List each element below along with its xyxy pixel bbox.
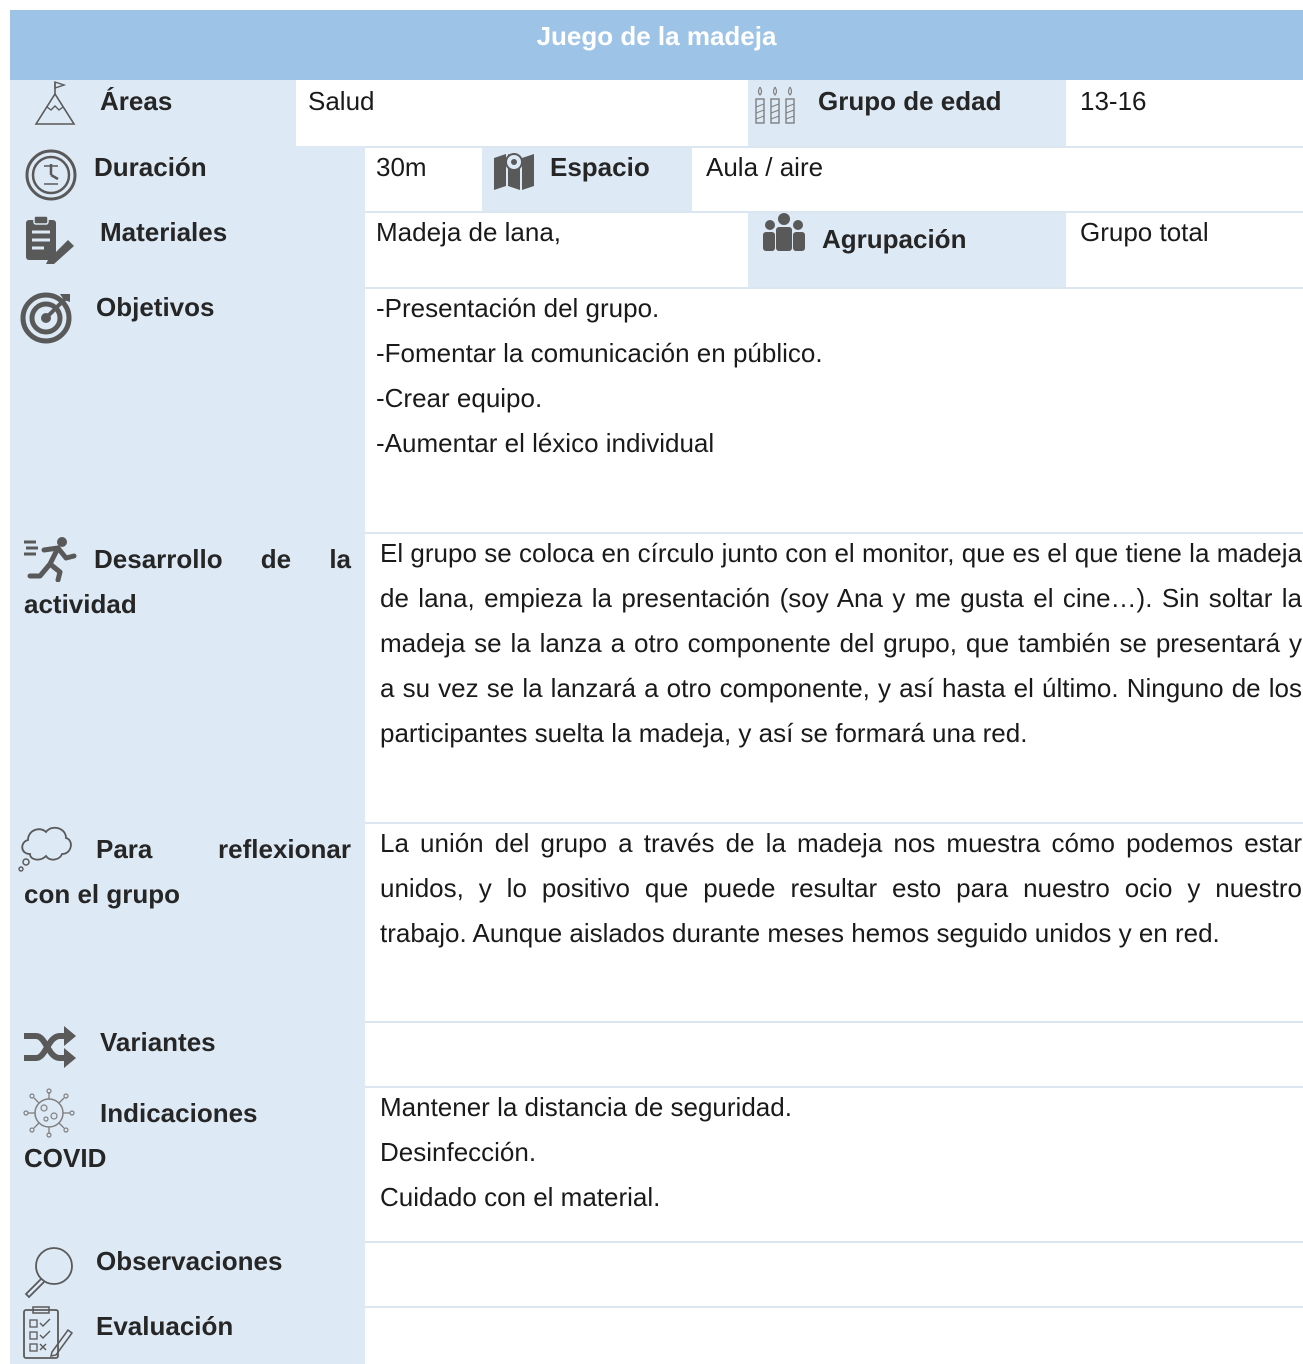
desarrollo-label: Desarrollo de la actividad — [24, 537, 351, 627]
desarrollo-label-line2: actividad — [24, 589, 137, 619]
grupo-edad-value: 13-16 — [1080, 86, 1147, 116]
observaciones-label: Observaciones — [96, 1246, 283, 1276]
mountain-flag-icon — [34, 80, 76, 126]
reflexionar-label: Para reflexionar con el grupo — [24, 827, 351, 917]
areas-value: Salud — [308, 86, 375, 116]
clipboard-pencil-icon — [24, 214, 76, 264]
birthday-candles-icon — [752, 83, 798, 125]
objetivo-item: -Aumentar el léxico individual — [376, 428, 715, 458]
variantes-label: Variantes — [100, 1027, 216, 1057]
espacio-label: Espacio — [550, 152, 650, 182]
people-group-icon — [760, 211, 808, 253]
duracion-value: 30m — [376, 152, 427, 182]
row-divider — [365, 146, 1303, 148]
row-divider — [365, 1021, 1303, 1023]
reflexionar-label-line1: Para reflexionar — [96, 834, 351, 864]
covid-list: Mantener la distancia de seguridad. Desi… — [380, 1085, 792, 1220]
covid-label-line2: COVID — [24, 1143, 107, 1173]
duracion-label: Duración — [94, 152, 207, 182]
areas-label: Áreas — [100, 86, 173, 116]
covid-item: Mantener la distancia de seguridad. — [380, 1092, 792, 1122]
desarrollo-text: El grupo se coloca en círculo junto con … — [380, 538, 1302, 748]
covid-label: Indicaciones COVID — [24, 1091, 258, 1181]
espacio-value: Aula / aire — [706, 152, 824, 182]
covid-item: Cuidado con el material. — [380, 1182, 661, 1212]
materiales-value: Madeja de lana, — [376, 217, 562, 247]
shuffle-icon — [22, 1024, 76, 1070]
map-pin-icon — [492, 150, 536, 190]
agrupacion-value: Grupo total — [1080, 217, 1209, 247]
agrupacion-label: Agrupación — [822, 224, 967, 254]
magnifier-icon — [22, 1244, 76, 1300]
materiales-label: Materiales — [100, 217, 228, 247]
objetivo-item: -Fomentar la comunicación en público. — [376, 338, 823, 368]
reflexionar-label-line2: con el grupo — [24, 879, 180, 909]
row-divider — [365, 211, 1303, 213]
row-divider — [365, 1306, 1303, 1308]
evaluacion-label: Evaluación — [96, 1311, 234, 1341]
page-title: Juego de la madeja — [10, 10, 1303, 80]
target-icon — [20, 290, 74, 344]
objetivos-label: Objetivos — [96, 292, 215, 322]
objetivo-item: -Crear equipo. — [376, 383, 543, 413]
objetivo-item: -Presentación del grupo. — [376, 293, 660, 323]
objetivos-list: -Presentación del grupo. -Fomentar la co… — [376, 286, 823, 466]
clock-icon — [24, 148, 78, 202]
reflexionar-text: La unión del grupo a través de la madeja… — [380, 828, 1302, 948]
covid-item: Desinfección. — [380, 1137, 537, 1167]
row-divider — [365, 1241, 1303, 1243]
desarrollo-label-line1: Desarrollo de la — [94, 544, 351, 574]
grupo-edad-label: Grupo de edad — [818, 86, 1002, 116]
checklist-icon — [22, 1306, 74, 1362]
covid-label-line1: Indicaciones — [100, 1098, 258, 1128]
